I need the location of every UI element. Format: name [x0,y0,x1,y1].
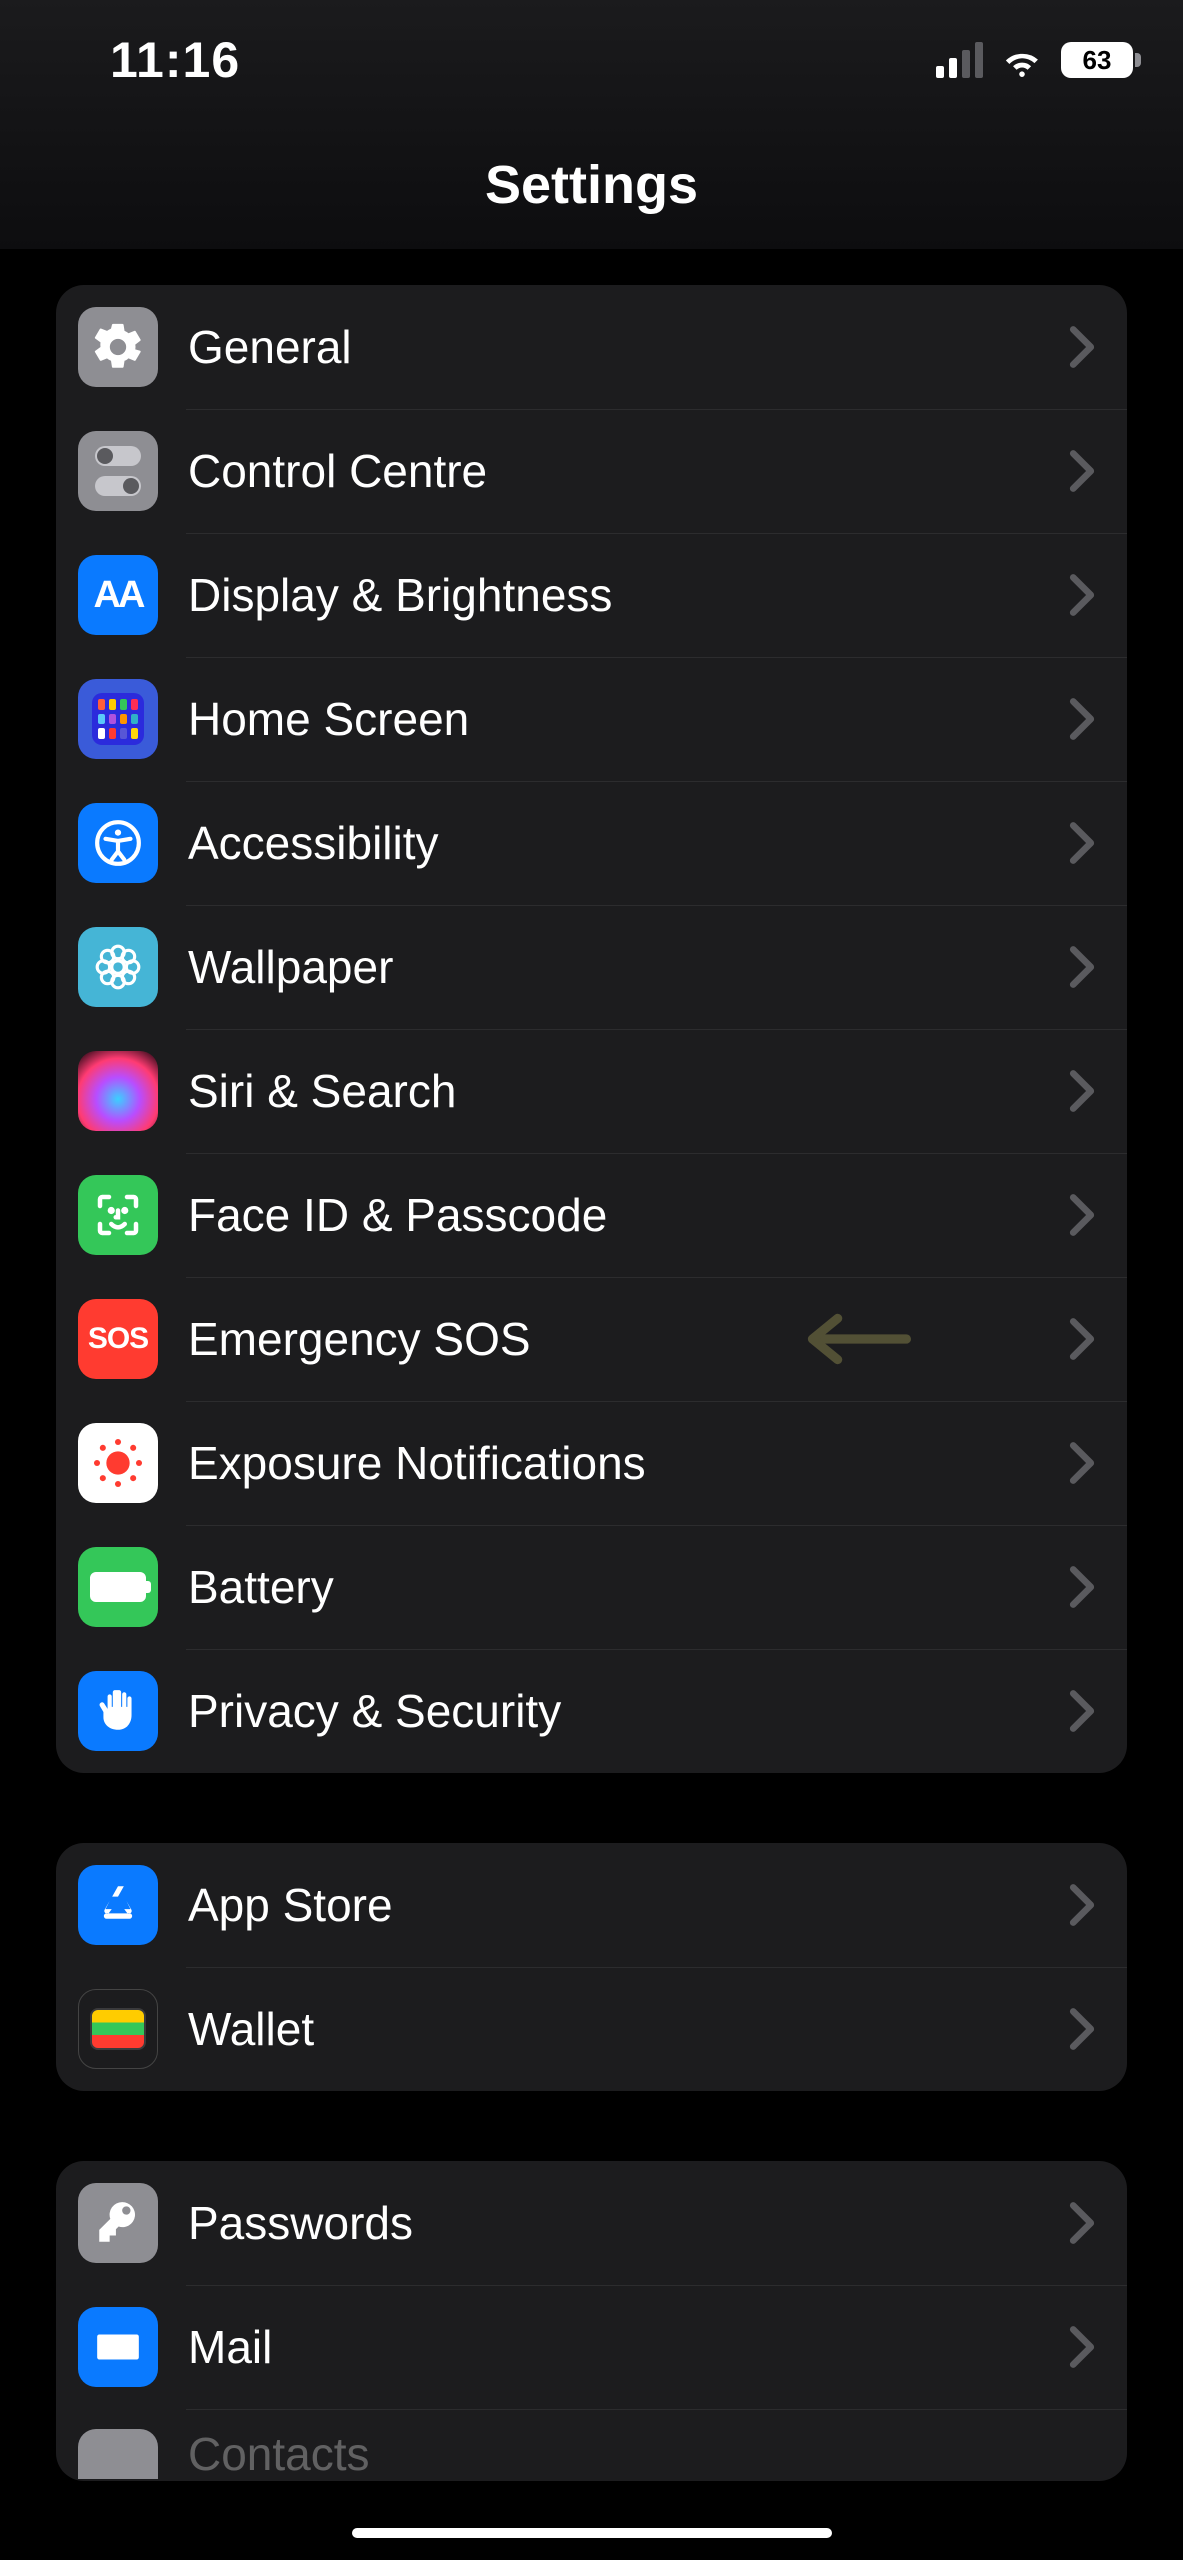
settings-row-label: Home Screen [188,692,1065,746]
settings-row-display-brightness[interactable]: AA Display & Brightness [56,533,1127,657]
settings-row-label: Contacts [188,2427,1099,2481]
contacts-icon [78,2429,158,2479]
settings-row-general[interactable]: General [56,285,1127,409]
settings-content[interactable]: General Control Centre AA Display & Brig… [0,285,1183,2560]
settings-row-privacy-security[interactable]: Privacy & Security [56,1649,1127,1773]
cellular-signal-icon [936,42,983,78]
chevron-right-icon [1065,945,1099,989]
battery-icon [78,1547,158,1627]
chevron-right-icon [1065,1441,1099,1485]
settings-group-accounts: Passwords Mail Contacts [56,2161,1127,2481]
chevron-right-icon [1065,449,1099,493]
settings-group-store: App Store Wallet [56,1843,1127,2091]
hand-icon [78,1671,158,1751]
settings-row-exposure-notifications[interactable]: Exposure Notifications [56,1401,1127,1525]
chevron-right-icon [1065,2201,1099,2245]
settings-row-face-id[interactable]: Face ID & Passcode [56,1153,1127,1277]
toggles-icon [78,431,158,511]
app-store-icon [78,1865,158,1945]
arrow-left-hint-icon [801,1309,911,1369]
settings-row-label: Exposure Notifications [188,1436,1065,1490]
settings-row-siri-search[interactable]: Siri & Search [56,1029,1127,1153]
settings-row-label: Accessibility [188,816,1065,870]
chevron-right-icon [1065,1193,1099,1237]
settings-screen: 11:16 63 Settings General [0,0,1183,2560]
chevron-right-icon [1065,1069,1099,1113]
settings-row-label: App Store [188,1878,1065,1932]
exposure-icon [78,1423,158,1503]
battery-indicator: 63 [1061,42,1133,78]
chevron-right-icon [1065,325,1099,369]
accessibility-icon [78,803,158,883]
face-id-icon [78,1175,158,1255]
page-title: Settings [485,154,698,216]
chevron-right-icon [1065,821,1099,865]
chevron-right-icon [1065,573,1099,617]
key-icon [78,2183,158,2263]
chevron-right-icon [1065,1317,1099,1361]
text-size-icon: AA [78,555,158,635]
navbar: Settings [0,120,1183,250]
settings-row-label: Control Centre [188,444,1065,498]
battery-percent: 63 [1061,42,1133,78]
settings-row-label: Mail [188,2320,1065,2374]
chevron-right-icon [1065,2325,1099,2369]
settings-row-control-centre[interactable]: Control Centre [56,409,1127,533]
status-time: 11:16 [110,31,240,89]
settings-row-label: Face ID & Passcode [188,1188,1065,1242]
settings-row-app-store[interactable]: App Store [56,1843,1127,1967]
settings-group-system: General Control Centre AA Display & Brig… [56,285,1127,1773]
status-bar: 11:16 63 [0,0,1183,120]
settings-row-label: Battery [188,1560,1065,1614]
flower-icon [78,927,158,1007]
settings-row-battery[interactable]: Battery [56,1525,1127,1649]
chevron-right-icon [1065,1689,1099,1733]
settings-row-emergency-sos[interactable]: SOS Emergency SOS [56,1277,1127,1401]
mail-icon [78,2307,158,2387]
siri-icon [78,1051,158,1131]
settings-row-label: Wallpaper [188,940,1065,994]
chevron-right-icon [1065,1883,1099,1927]
home-indicator[interactable] [352,2528,832,2538]
settings-row-wallpaper[interactable]: Wallpaper [56,905,1127,1029]
settings-row-accessibility[interactable]: Accessibility [56,781,1127,905]
settings-row-home-screen[interactable]: Home Screen [56,657,1127,781]
settings-row-label: Wallet [188,2002,1065,2056]
apps-grid-icon [78,679,158,759]
settings-row-label: Passwords [188,2196,1065,2250]
settings-row-label: Privacy & Security [188,1684,1065,1738]
status-indicators: 63 [936,39,1133,81]
sos-icon: SOS [78,1299,158,1379]
settings-row-label: Display & Brightness [188,568,1065,622]
settings-row-mail[interactable]: Mail [56,2285,1127,2409]
settings-row-label: General [188,320,1065,374]
chevron-right-icon [1065,697,1099,741]
wallet-icon [78,1989,158,2069]
settings-row-wallet[interactable]: Wallet [56,1967,1127,2091]
settings-row-label: Emergency SOS [188,1312,1065,1366]
chevron-right-icon [1065,2007,1099,2051]
wifi-icon [1001,39,1043,81]
settings-row-passwords[interactable]: Passwords [56,2161,1127,2285]
gear-icon [78,307,158,387]
chevron-right-icon [1065,1565,1099,1609]
settings-row-contacts[interactable]: Contacts [56,2409,1127,2481]
settings-row-label: Siri & Search [188,1064,1065,1118]
